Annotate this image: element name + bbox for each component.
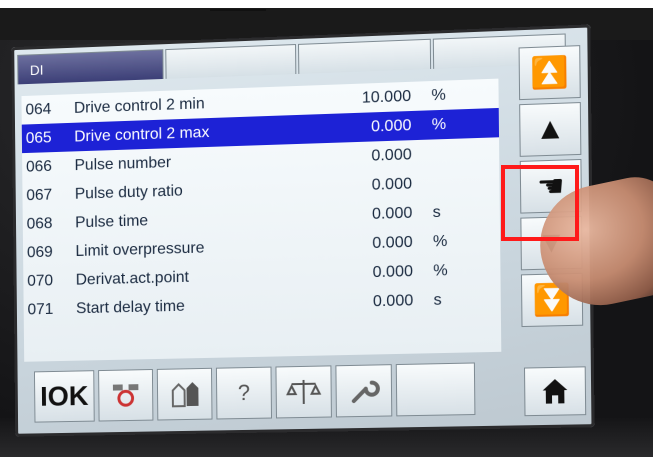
param-value: 10.000	[361, 87, 412, 107]
param-number: 070	[27, 271, 54, 290]
io-icon: IOK	[39, 380, 89, 412]
top-marker	[210, 0, 266, 11]
tab-3[interactable]	[298, 38, 432, 74]
arrow-up-icon: ▲	[534, 111, 566, 147]
home-button[interactable]	[523, 366, 587, 417]
param-name: Pulse time	[75, 211, 149, 231]
empty-button[interactable]	[395, 362, 476, 417]
param-name: Drive control 2 max	[74, 123, 210, 145]
param-unit	[412, 182, 473, 184]
param-value: 0.000	[371, 145, 412, 165]
scroll-up-button[interactable]: ▲	[519, 102, 582, 157]
tab-di[interactable]: DI	[17, 49, 164, 85]
io-button[interactable]: IOK	[33, 370, 95, 423]
param-name: Pulse duty ratio	[74, 182, 183, 203]
help-button[interactable]: ?	[215, 366, 273, 420]
param-unit	[412, 153, 473, 155]
param-number: 071	[27, 300, 54, 318]
param-number: 065	[25, 128, 52, 147]
highlight-box	[501, 165, 579, 241]
bottom-toolbar: IOK ?	[33, 362, 476, 424]
param-unit: s	[433, 291, 442, 309]
scroll-top-button[interactable]: ⏫	[518, 45, 581, 101]
param-value: 0.000	[372, 291, 414, 310]
param-number: 067	[26, 186, 53, 204]
valve-button[interactable]	[156, 367, 213, 421]
param-unit: %	[431, 115, 447, 133]
param-number: 068	[26, 214, 53, 233]
param-name: Limit overpressure	[75, 239, 205, 260]
param-unit: %	[433, 261, 448, 280]
param-name: Start delay time	[75, 297, 185, 317]
param-number: 064	[25, 100, 52, 119]
param-number: 066	[25, 157, 53, 176]
diagnostics-button[interactable]	[98, 368, 154, 422]
wrench-icon	[348, 374, 381, 407]
param-unit: %	[431, 86, 446, 104]
param-unit: %	[432, 232, 448, 250]
help-icon: ?	[237, 379, 251, 406]
tab-2[interactable]	[165, 44, 297, 79]
param-value: 0.000	[371, 204, 413, 223]
param-value: 0.000	[372, 233, 413, 252]
param-name: Drive control 2 min	[73, 94, 205, 117]
param-name: Pulse number	[74, 153, 172, 174]
parameter-list: 064 Drive control 2 min 10.000 % 065 Dri…	[21, 78, 502, 362]
param-number: 069	[26, 243, 53, 261]
balance-button[interactable]	[275, 365, 332, 419]
param-name: Derivat.act.point	[75, 268, 190, 289]
valve-icon	[167, 378, 199, 410]
scroll-top-icon: ⏫	[530, 55, 569, 91]
param-unit: s	[432, 203, 441, 221]
param-value: 0.000	[371, 174, 413, 194]
photo-scene: DI 064 Drive control 2 min 10.000 % 065 …	[0, 0, 653, 457]
home-icon	[542, 378, 568, 404]
tools-button[interactable]	[335, 364, 393, 418]
balance-icon	[286, 379, 321, 404]
param-value: 0.000	[372, 262, 414, 281]
param-value: 0.000	[370, 116, 412, 136]
diagnostics-icon	[109, 384, 143, 410]
